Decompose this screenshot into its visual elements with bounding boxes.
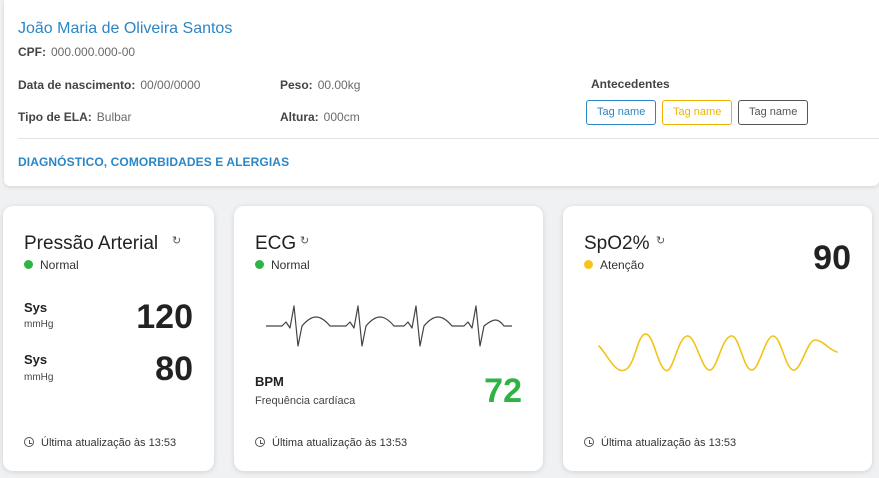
clock-icon [24,437,34,447]
refresh-icon[interactable]: ↻ [300,234,309,247]
last-update: Última atualização às 13:53 [24,437,176,449]
height-label: Altura: [280,110,319,124]
ela-field: Tipo de ELA: Bulbar [18,110,131,124]
birth-field: Data de nascimento: 00/00/0000 [18,78,200,92]
tag-chip[interactable]: Tag name [586,100,657,125]
systolic-label: Sys [24,300,48,315]
last-update-text: Última atualização às 13:53 [41,437,177,449]
cpf-field: CPF: 000.000.000-00 [18,45,135,59]
refresh-icon[interactable]: ↻ [172,234,181,247]
weight-label: Peso: [280,78,313,92]
birth-value: 00/00/0000 [140,78,201,92]
patient-name: João Maria de Oliveira Santos [18,20,233,37]
last-update-text: Última atualização às 13:53 [601,437,737,449]
weight-value: 00.00kg [317,78,361,92]
ecg-card: ECG ↻ Normal BPM Frequência cardíaca 72 … [234,206,543,471]
refresh-icon[interactable]: ↻ [656,234,665,247]
spo2-waveform [598,333,838,372]
status-indicator: Normal [24,258,79,272]
birth-label: Data de nascimento: [18,78,136,92]
card-title: SpO2% [584,233,650,254]
antecedentes-label: Antecedentes [591,77,670,91]
ela-label: Tipo de ELA: [18,110,92,124]
status-dot-icon [584,260,593,269]
systolic-unit: mmHg [24,319,54,330]
ela-value: Bulbar [96,110,132,124]
status-indicator: Normal [255,258,310,272]
last-update: Última atualização às 13:53 [584,437,736,449]
status-dot-icon [255,260,264,269]
card-title: Pressão Arterial [24,233,159,254]
status-indicator: Atenção [584,258,644,272]
clock-icon [255,437,265,447]
tag-chip[interactable]: Tag name [738,100,809,125]
diastolic-unit: mmHg [24,372,54,383]
systolic-value: 120 [136,298,193,336]
status-text: Atenção [600,258,645,272]
diastolic-label: Sys [24,352,48,367]
last-update: Última atualização às 13:53 [255,437,407,449]
spo2-card: SpO2% ↻ Atenção 90 Última atualização às… [563,206,872,471]
status-text: Normal [271,258,310,272]
diastolic-value: 80 [155,350,193,388]
cpf-label: CPF: [18,45,46,59]
clock-icon [584,437,594,447]
tag-chip[interactable]: Tag name [662,100,733,125]
ecg-waveform [266,305,512,347]
divider [18,138,879,139]
weight-field: Peso: 00.00kg [280,78,360,92]
bpm-value: 72 [484,372,522,410]
diagnosis-section-link[interactable]: DIAGNÓSTICO, COMORBIDADES E ALERGIAS [18,155,289,169]
bpm-subtitle: Frequência cardíaca [255,395,356,407]
status-text: Normal [40,258,79,272]
status-dot-icon [24,260,33,269]
height-field: Altura: 000cm [280,110,360,124]
spo2-value: 90 [813,239,851,277]
bpm-label: BPM [255,374,284,389]
height-value: 000cm [323,110,360,124]
card-title: ECG [255,233,297,254]
blood-pressure-card: Pressão Arterial ↻ Normal Sys mmHg 120 S… [3,206,214,471]
patient-card: João Maria de Oliveira Santos CPF: 000.00… [4,0,879,186]
cpf-value: 000.000.000-00 [51,45,136,59]
last-update-text: Última atualização às 13:53 [272,437,408,449]
